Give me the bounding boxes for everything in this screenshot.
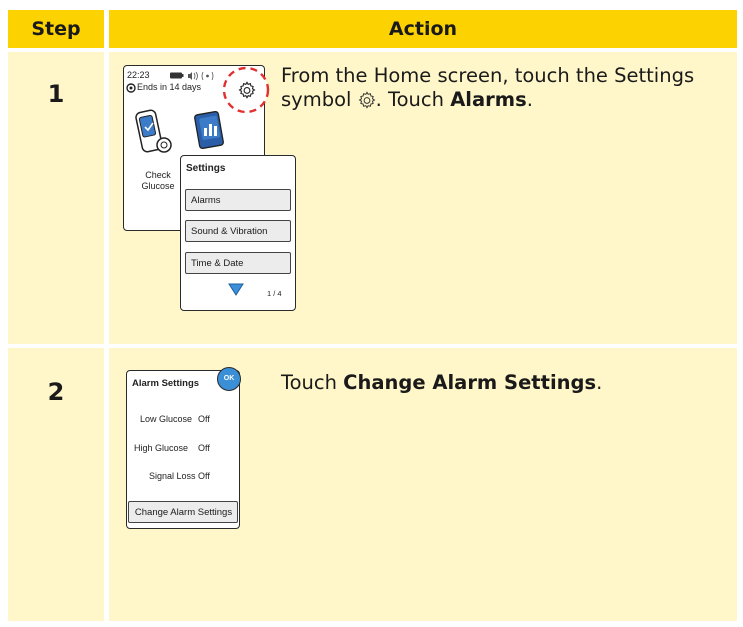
low-glucose-value: Off [198,414,210,424]
high-glucose-value: Off [198,443,210,453]
instruction-text: Touch [281,371,344,394]
sensor-status: Ends in 14 days [137,82,202,92]
low-glucose-label: Low Glucose [140,414,193,424]
ok-button[interactable]: OK [217,367,241,391]
instruction-bold: Alarms [450,88,527,111]
row-1-action-cell: 22:23 Ends in 14 days Check Glucose Sett… [109,52,737,344]
step-1-instruction: From the Home screen, touch the Settings… [281,64,721,112]
sensor-icon [126,83,136,93]
scroll-down-arrow-icon[interactable] [228,283,244,296]
instructions-table: Step Action 1 22:23 Ends in 14 days Chec… [8,10,737,621]
signal-loss-label: Signal Loss [149,471,196,481]
check-label-2: Glucose [141,181,175,191]
row-2-step-cell: 2 [8,348,104,621]
step-number: 2 [47,378,65,406]
header-step: Step [8,10,104,48]
menu-item-time-date[interactable]: Time & Date [185,252,291,274]
check-glucose-icon[interactable] [135,109,173,161]
settings-title: Settings [186,163,226,174]
instruction-bold: Change Alarm Settings [343,371,597,394]
alarm-settings-screen: Alarm Settings OK Low Glucose Off High G… [126,367,241,529]
status-icons [170,71,214,81]
row-2-action-cell: Alarm Settings OK Low Glucose Off High G… [109,348,737,621]
clock-time: 22:23 [127,70,150,80]
row-1-step-cell: 1 [8,52,104,344]
signal-loss-value: Off [198,471,210,481]
menu-item-sound-vibration[interactable]: Sound & Vibration [185,220,291,242]
change-alarm-settings-button[interactable]: Change Alarm Settings [128,501,238,523]
alarm-settings-title: Alarm Settings [132,378,200,389]
step-number: 1 [47,80,65,108]
menu-item-alarms[interactable]: Alarms [185,189,291,211]
settings-gear-icon[interactable] [238,81,256,99]
page-indicator: 1 / 4 [267,289,282,298]
high-glucose-label: High Glucose [134,443,189,453]
settings-menu: Settings Alarms Sound & Vibration Time &… [180,155,296,311]
check-label-1: Check [145,170,171,180]
instruction-end: . [596,371,603,394]
instruction-end: . [526,88,533,111]
header-action: Action [109,10,737,48]
inline-settings-gear-icon [358,91,376,109]
instruction-text-2: . Touch [375,88,451,111]
step-2-instruction: Touch Change Alarm Settings. [281,371,721,395]
